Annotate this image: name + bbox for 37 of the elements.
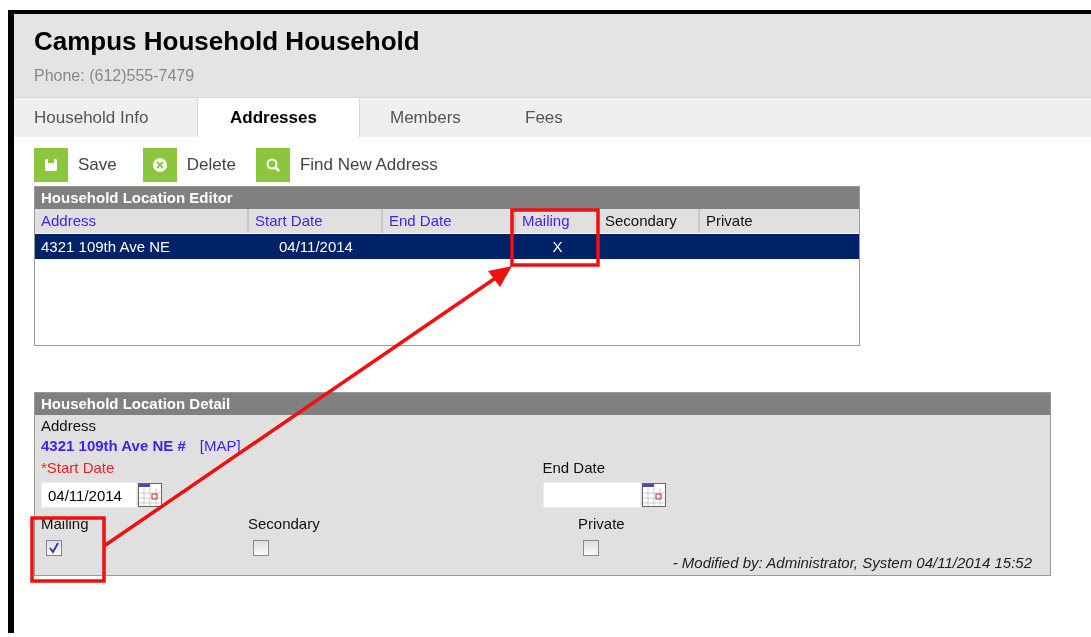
checkbox[interactable] (46, 540, 62, 556)
checkbox-label: Mailing (41, 515, 90, 534)
button-label: Save (78, 155, 117, 175)
button-label: Find New Address (299, 155, 438, 175)
checkbox-label: Secondary (248, 515, 321, 534)
search-icon (255, 148, 290, 182)
field-label: *Start Date (41, 459, 116, 478)
table-row[interactable]: 4321 109th Ave NE 04/11/2014 X (35, 234, 859, 259)
panel-title: Household Location Detail (35, 393, 1050, 415)
toolbar-button[interactable]: Find New Address (255, 146, 438, 184)
toolbar-button[interactable]: Save (34, 146, 117, 184)
checkbox-label: Private (578, 515, 625, 534)
checkbox[interactable] (253, 540, 269, 556)
field-label: Address (41, 417, 98, 436)
calendar-icon[interactable] (641, 483, 666, 507)
date-field[interactable]: 04/11/2014 (41, 482, 137, 508)
panel-title: Household Location Editor (35, 187, 859, 209)
table-cell-text: 4321 109th Ave NE (40, 237, 171, 257)
address-link[interactable]: 4321 109th Ave NE # (41, 437, 186, 459)
tab[interactable]: Members (360, 98, 505, 137)
date-field[interactable] (542, 482, 641, 508)
tab[interactable]: Household Info (14, 98, 197, 137)
checkbox[interactable] (583, 540, 599, 556)
field-label: End Date (542, 459, 607, 478)
map-link[interactable]: [MAP] (199, 437, 241, 459)
modified-note: - Modified by: Administrator, System 04/11/2014 15:52 (671, 554, 1033, 571)
button-label: Delete (186, 155, 236, 175)
calendar-icon[interactable] (138, 483, 162, 507)
phone-text: Phone: (612)555-7479 (34, 67, 196, 85)
toolbar-button[interactable]: Delete (142, 146, 236, 184)
delete-icon (142, 148, 177, 182)
table-cell-text: 04/11/2014 (278, 237, 354, 257)
page-title: Campus Household Household (34, 26, 421, 57)
tab[interactable]: Addresses (197, 98, 360, 137)
table-cell-text: X (551, 237, 564, 257)
tab[interactable]: Fees (505, 98, 688, 137)
column-header: Private (705, 211, 754, 231)
